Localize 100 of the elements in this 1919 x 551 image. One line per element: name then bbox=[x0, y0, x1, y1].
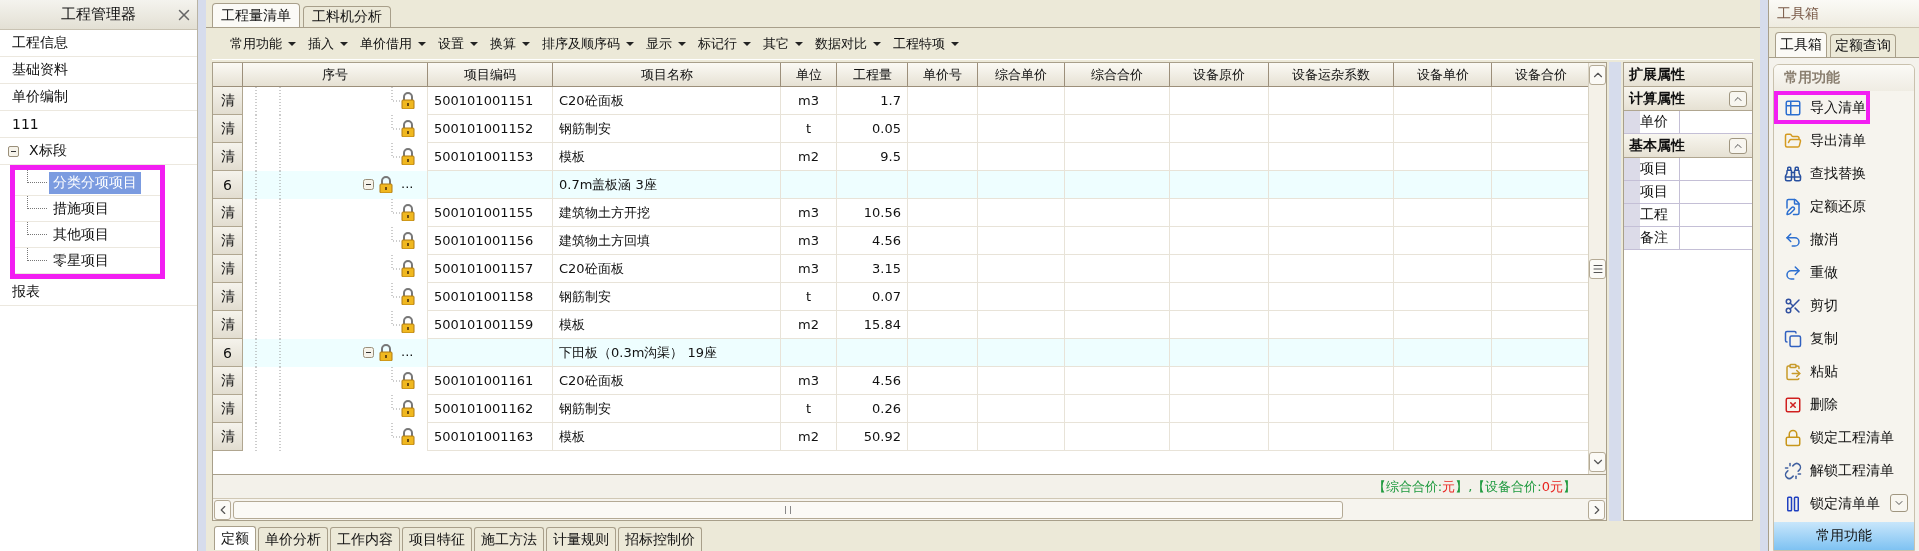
caret-icon bbox=[470, 41, 478, 46]
row-header[interactable]: 清 bbox=[213, 227, 243, 255]
row-header[interactable]: 清 bbox=[213, 311, 243, 339]
row-header[interactable]: 清 bbox=[213, 367, 243, 395]
lock-icon bbox=[401, 316, 415, 333]
tab[interactable]: 工程量清单 bbox=[212, 3, 300, 27]
toolbar-menu[interactable]: 标记行 bbox=[692, 34, 757, 53]
tool-button[interactable]: 撤消 bbox=[1774, 223, 1838, 256]
group-title: 常用功能 bbox=[1774, 65, 1914, 91]
tab[interactable]: 项目特征 bbox=[402, 527, 472, 551]
tool-button[interactable]: 导出清单 bbox=[1774, 124, 1866, 157]
row-header[interactable]: 6 bbox=[213, 339, 243, 367]
navigation-item[interactable]: 基础资料 bbox=[8, 59, 72, 81]
tree-connector bbox=[391, 87, 401, 102]
tool-icon bbox=[1784, 131, 1802, 150]
scroll-down-button[interactable] bbox=[1589, 452, 1606, 472]
scroll-right-button[interactable] bbox=[1588, 499, 1605, 520]
tool-button[interactable]: 锁定工程清单 bbox=[1774, 421, 1894, 454]
tab[interactable]: 工具箱 bbox=[1775, 32, 1827, 57]
tool-button[interactable]: 解锁工程清单 bbox=[1774, 454, 1894, 487]
row-header[interactable]: 清 bbox=[213, 395, 243, 423]
tab[interactable]: 工料机分析 bbox=[303, 6, 391, 27]
tool-button[interactable]: 查找替换 bbox=[1774, 157, 1866, 190]
scroll-thumb[interactable] bbox=[1589, 258, 1606, 279]
collapse-icon[interactable] bbox=[8, 145, 19, 157]
tool-icon bbox=[1784, 395, 1802, 414]
header-corner bbox=[213, 63, 243, 87]
navigation-item[interactable]: 其他项目 bbox=[49, 223, 113, 246]
table-cell bbox=[908, 423, 978, 451]
tab[interactable]: 工作内容 bbox=[330, 527, 400, 551]
tree-connector bbox=[27, 222, 47, 235]
row-header[interactable]: 清 bbox=[213, 283, 243, 311]
group-bar[interactable]: 常用功能 bbox=[1774, 522, 1914, 550]
tool-button[interactable]: 锁定清单单 bbox=[1774, 487, 1880, 520]
column-header: 单位 bbox=[781, 63, 837, 87]
tree-connector bbox=[391, 227, 401, 242]
row-header[interactable]: 清 bbox=[213, 115, 243, 143]
tool-icon bbox=[1784, 230, 1802, 249]
collapse-icon[interactable] bbox=[363, 179, 374, 190]
row-header[interactable]: 清 bbox=[213, 423, 243, 451]
toolbar-menu[interactable]: 设置 bbox=[432, 34, 484, 53]
row-header[interactable]: 6 bbox=[213, 171, 243, 199]
lock-icon bbox=[401, 148, 415, 165]
row-header[interactable]: 清 bbox=[213, 255, 243, 283]
tool-button[interactable]: 重做 bbox=[1774, 256, 1838, 289]
column-header: 设备单价 bbox=[1394, 63, 1492, 87]
toolbar-menu[interactable]: 数据对比 bbox=[809, 34, 887, 53]
tool-button[interactable]: 粘贴 bbox=[1774, 355, 1838, 388]
tab[interactable]: 招标控制价 bbox=[618, 527, 702, 551]
row-header[interactable]: 清 bbox=[213, 143, 243, 171]
tool-button[interactable]: 删除 bbox=[1774, 388, 1838, 421]
tool-button[interactable]: 剪切 bbox=[1774, 289, 1838, 322]
toolbar-menu[interactable]: 单价借用 bbox=[354, 34, 432, 53]
navigation-item[interactable]: 报表 bbox=[8, 281, 44, 303]
row-header[interactable]: 清 bbox=[213, 199, 243, 227]
toolbar-menu[interactable]: 常用功能 bbox=[224, 34, 302, 53]
collapse-icon[interactable] bbox=[363, 347, 374, 358]
grip-icon bbox=[785, 505, 791, 514]
scroll-left-button[interactable] bbox=[214, 499, 231, 520]
toolbar-menu[interactable]: 插入 bbox=[302, 34, 354, 53]
column-header: 设备合价 bbox=[1492, 63, 1588, 87]
tab[interactable]: 定额 bbox=[214, 526, 256, 550]
caret-icon bbox=[418, 41, 426, 46]
row-header[interactable]: 清 bbox=[213, 87, 243, 115]
toolbar-menu[interactable]: 其它 bbox=[757, 34, 809, 53]
tab[interactable]: 单价分析 bbox=[258, 527, 328, 551]
column-header: 项目编码 bbox=[428, 63, 553, 87]
row-sequence: ... bbox=[401, 344, 414, 359]
navigation-item[interactable]: 单价编制 bbox=[8, 86, 72, 108]
tool-button[interactable]: 导入清单 bbox=[1774, 91, 1870, 124]
navigation-item[interactable]: 措施项目 bbox=[49, 197, 113, 220]
caret-icon bbox=[873, 41, 881, 46]
scroll-thumb[interactable] bbox=[233, 500, 1343, 519]
tab[interactable]: 计量规则 bbox=[546, 527, 616, 551]
toolbar-menu[interactable]: 换算 bbox=[484, 34, 536, 53]
scroll-up-button[interactable] bbox=[1589, 65, 1606, 85]
navigation-item[interactable]: 工程信息 bbox=[8, 32, 72, 54]
tab[interactable]: 施工方法 bbox=[474, 527, 544, 551]
collapse-button[interactable] bbox=[1729, 137, 1747, 154]
collapse-button[interactable] bbox=[1729, 90, 1747, 107]
tool-button[interactable]: 定额还原 bbox=[1774, 190, 1866, 223]
tool-icon bbox=[1784, 494, 1802, 513]
summary-label: 】 bbox=[1563, 477, 1576, 496]
toolbar-menu[interactable]: 排序及顺序码 bbox=[536, 34, 640, 53]
dropdown-button[interactable] bbox=[1890, 494, 1908, 512]
grip-icon bbox=[1591, 262, 1604, 275]
toolbar-menu[interactable]: 工程特项 bbox=[887, 34, 965, 53]
table-cell: 模板 bbox=[553, 423, 781, 451]
navigation-item[interactable]: 111 bbox=[8, 114, 43, 134]
panel-title: 工具箱 bbox=[1769, 0, 1919, 28]
tool-button[interactable]: 复制 bbox=[1774, 322, 1838, 355]
lock-icon bbox=[401, 372, 415, 389]
navigation-item[interactable]: 零星项目 bbox=[49, 249, 113, 272]
lock-icon bbox=[379, 344, 393, 361]
tree-connector bbox=[391, 395, 401, 410]
navigation-item[interactable]: X标段 bbox=[25, 140, 71, 162]
tool-icon bbox=[1784, 428, 1802, 447]
tool-icon bbox=[1784, 362, 1802, 381]
tab[interactable]: 定额查询 bbox=[1830, 34, 1896, 57]
toolbar-menu[interactable]: 显示 bbox=[640, 34, 692, 53]
